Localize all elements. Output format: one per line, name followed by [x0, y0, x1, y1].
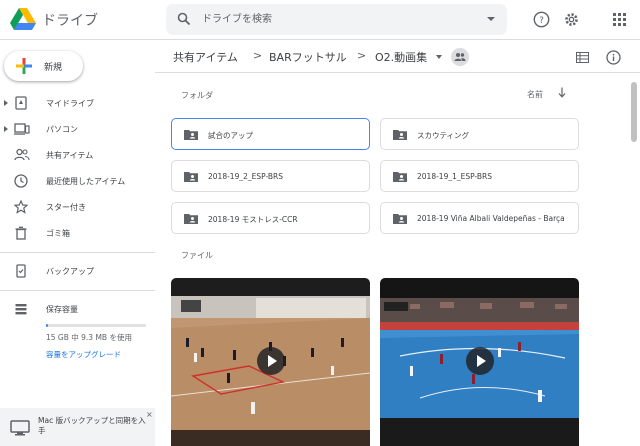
folder-name: 2018-19 Viña Albali Valdepeñas - Barça: [417, 214, 565, 223]
help-icon[interactable]: ?: [533, 11, 550, 28]
search-options-icon[interactable]: [487, 17, 495, 21]
video-file-card[interactable]: [380, 278, 579, 446]
sidebar-divider: [0, 252, 155, 253]
folder-name: 2018-19 モストレス-CCR: [208, 215, 298, 224]
backup-promo-text: Mac 版バックアップと同期を入手: [38, 416, 146, 435]
new-button[interactable]: 新規: [4, 51, 83, 81]
video-file-card[interactable]: [171, 278, 370, 446]
folder-item[interactable]: 2018-19 Viña Albali Valdepeñas - Barça: [380, 202, 579, 234]
app-title: ドライブ: [42, 13, 98, 29]
upgrade-storage-link[interactable]: 容量をアップグレード: [46, 349, 121, 360]
sidebar-item-label: ゴミ箱: [46, 229, 70, 238]
storage-label: 保存容量: [46, 305, 78, 314]
folder-name: スカウティング: [417, 131, 470, 140]
breadcrumb-item-bar-futsal[interactable]: BARフットサル: [269, 49, 347, 65]
storage-quota-fill: [46, 324, 48, 327]
breadcrumb: 共有アイテム > BARフットサル > O2.動画集: [155, 41, 640, 73]
sidebar-item-label: パソコン: [46, 125, 78, 134]
folder-menu-dropdown-icon[interactable]: [436, 55, 442, 59]
shared-folder-icon: [393, 130, 407, 140]
file-browser: フォルダ 名前 試合のアップ スカウティング 2018-19_2_ESP-BRS…: [155, 74, 640, 446]
shared-folder-icon: [184, 172, 198, 182]
scrollbar-thumb[interactable]: [631, 82, 637, 142]
sidebar: 新規 マイドライブ パソコン 共有アイテム 最近使用したアイテム スター付き ゴ…: [0, 41, 155, 446]
computers-icon: [14, 123, 30, 135]
svg-text:?: ?: [539, 16, 544, 26]
recent-icon: [14, 174, 28, 188]
plus-icon: [16, 58, 32, 74]
expand-caret-icon[interactable]: [4, 100, 8, 106]
folder-item[interactable]: 2018-19_1_ESP-BRS: [380, 160, 579, 192]
sidebar-item-label: バックアップ: [46, 267, 94, 276]
sort-direction-icon[interactable]: [558, 87, 566, 98]
search-bar[interactable]: [166, 4, 507, 35]
shared-folder-icon: [184, 130, 198, 140]
sidebar-item-my-drive[interactable]: マイドライブ: [0, 92, 155, 114]
drive-logo[interactable]: [10, 8, 36, 30]
play-icon[interactable]: [257, 347, 285, 375]
people-icon: [454, 53, 466, 61]
sidebar-item-label: 共有アイテム: [46, 151, 94, 160]
breadcrumb-item-current-folder[interactable]: O2.動画集: [375, 49, 427, 65]
shared-icon: [14, 148, 30, 161]
sidebar-item-shared[interactable]: 共有アイテム: [0, 144, 155, 166]
backup-icon: [16, 264, 26, 278]
breadcrumb-separator: >: [357, 49, 367, 62]
sidebar-item-backup[interactable]: バックアップ: [0, 260, 155, 282]
sidebar-item-label: マイドライブ: [46, 99, 94, 108]
folder-item[interactable]: スカウティング: [380, 118, 579, 150]
search-input[interactable]: [202, 10, 472, 29]
sidebar-item-starred[interactable]: スター付き: [0, 196, 155, 218]
sidebar-item-label: 最近使用したアイテム: [46, 177, 126, 186]
sidebar-item-recent[interactable]: 最近使用したアイテム: [0, 170, 155, 192]
close-icon[interactable]: ×: [146, 410, 153, 419]
play-icon[interactable]: [466, 347, 494, 375]
settings-icon[interactable]: [563, 11, 580, 28]
list-view-icon[interactable]: [576, 52, 589, 63]
storage-icon: [15, 304, 27, 315]
breadcrumb-item-shared[interactable]: 共有アイテム: [173, 49, 238, 65]
sidebar-item-label: スター付き: [46, 203, 86, 212]
backup-promo[interactable]: Mac 版バックアップと同期を入手 ×: [0, 408, 155, 446]
folder-name: 試合のアップ: [208, 131, 253, 140]
sidebar-divider: [0, 290, 155, 291]
sidebar-item-computers[interactable]: パソコン: [0, 118, 155, 140]
top-bar: ドライブ ?: [0, 0, 640, 40]
main-content: 共有アイテム > BARフットサル > O2.動画集 フォルダ 名前 試合のアッ…: [155, 41, 640, 446]
my-drive-icon: [15, 96, 27, 110]
sort-by-name[interactable]: 名前: [527, 89, 543, 100]
storage-usage-text: 15 GB 中 9.3 MB を使用: [46, 333, 132, 342]
folder-name: 2018-19_2_ESP-BRS: [208, 172, 284, 181]
trash-icon: [15, 226, 27, 240]
desktop-icon: [10, 420, 30, 436]
folder-name: 2018-19_1_ESP-BRS: [417, 172, 493, 181]
expand-caret-icon[interactable]: [4, 126, 8, 132]
star-icon: [14, 200, 28, 214]
search-icon[interactable]: [177, 12, 191, 26]
folder-item[interactable]: 試合のアップ: [171, 118, 370, 150]
info-icon[interactable]: [606, 50, 621, 65]
folders-heading: フォルダ: [181, 91, 213, 100]
storage-quota-bar: [46, 324, 146, 327]
apps-icon[interactable]: [611, 11, 628, 28]
content-scrollbar[interactable]: [630, 74, 638, 446]
shared-folder-icon: [393, 172, 407, 182]
folder-item[interactable]: 2018-19_2_ESP-BRS: [171, 160, 370, 192]
sidebar-item-storage[interactable]: 保存容量: [0, 298, 155, 320]
shared-folder-icon: [393, 214, 407, 224]
folder-item[interactable]: 2018-19 モストレス-CCR: [171, 202, 370, 234]
shared-folder-icon: [184, 214, 198, 224]
files-heading: ファイル: [181, 251, 213, 260]
shared-folder-badge[interactable]: [451, 48, 469, 66]
sidebar-item-trash[interactable]: ゴミ箱: [0, 222, 155, 244]
new-button-label: 新規: [44, 63, 63, 73]
breadcrumb-separator: >: [253, 49, 263, 62]
